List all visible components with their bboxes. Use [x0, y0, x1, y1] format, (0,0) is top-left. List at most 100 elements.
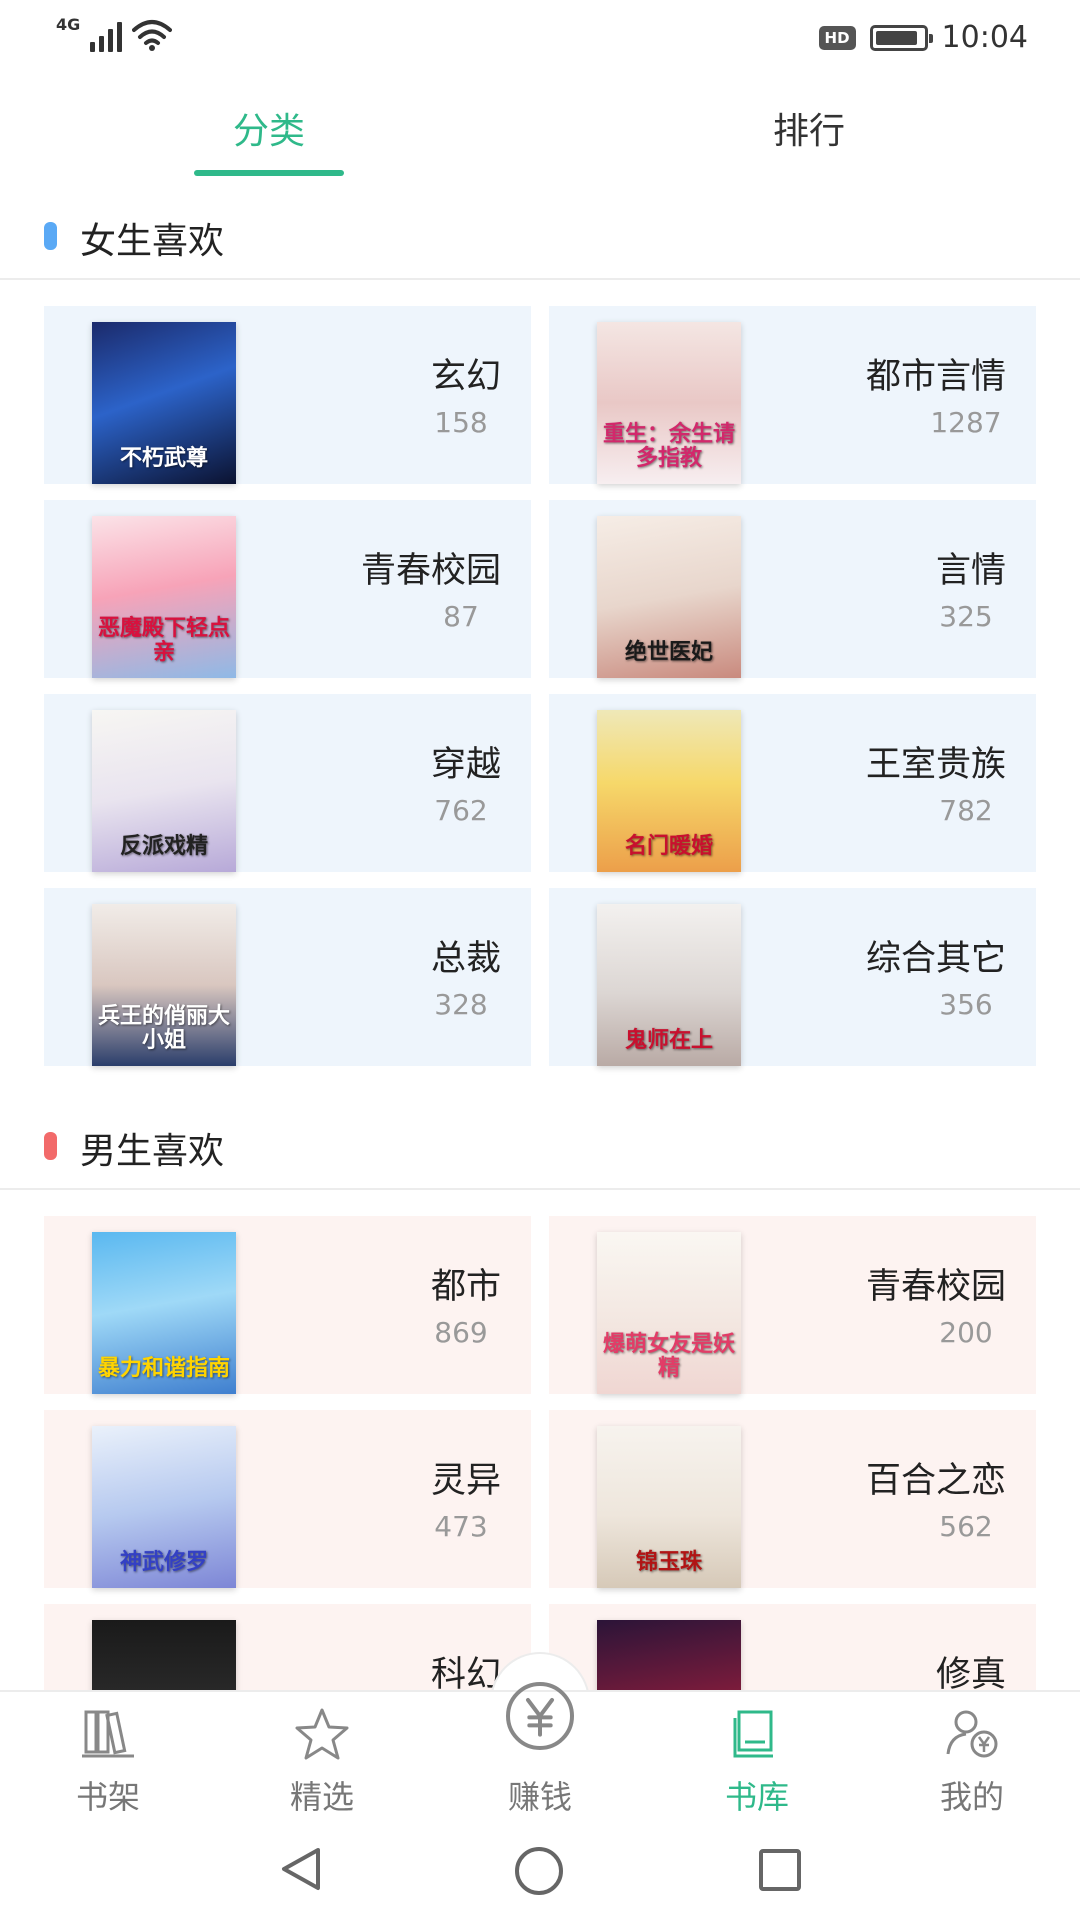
- nav-library-label: 书库: [724, 1778, 789, 1816]
- home-icon[interactable]: [512, 1844, 566, 1898]
- book-cover-title: 暴力和谐指南: [98, 1355, 231, 1381]
- status-bar: 4G HD 10:04: [0, 0, 1080, 78]
- clock: 10:04: [941, 20, 1028, 55]
- category-count: 869: [434, 1316, 488, 1349]
- category-name: 言情: [935, 551, 1006, 591]
- category-name: 穿越: [430, 745, 501, 785]
- user-yuan-icon: [946, 1710, 998, 1758]
- book-cover: 反派戏精: [92, 710, 236, 872]
- system-nav-bar: [0, 1822, 1080, 1920]
- star-icon: [295, 1708, 349, 1760]
- category-name: 修真: [935, 1655, 1006, 1690]
- category-card[interactable]: 名门暖婚 王室贵族 782: [549, 694, 1036, 872]
- girls-category-grid: 不朽武尊 玄幻 158 重生：余生请多指教 都市言情 1287 恶魔殿下轻点亲 青春校园 87 绝…: [44, 306, 1036, 1066]
- book-cover-title: 不朽武尊: [119, 445, 208, 471]
- book-cover: 绝世医妃: [597, 516, 741, 678]
- battery-level: [875, 30, 917, 45]
- nav-mine[interactable]: 我的: [872, 1692, 1072, 1824]
- category-count: 356: [939, 988, 993, 1021]
- category-card[interactable]: 修真: [549, 1604, 1036, 1690]
- nav-bookshelf[interactable]: 书架: [8, 1692, 208, 1824]
- boys-section-title: 男生喜欢: [80, 1131, 225, 1172]
- book-cover: 锦玉珠: [597, 1426, 741, 1588]
- book-cover-title: 恶魔殿下轻点亲: [98, 615, 231, 665]
- category-card[interactable]: 神武修罗 灵异 473: [44, 1410, 531, 1588]
- category-name: 综合其它: [865, 939, 1006, 979]
- book-cover: [597, 1620, 741, 1690]
- book-cover-title: 反派戏精: [119, 833, 208, 859]
- boys-section-header: 男生喜欢: [0, 1100, 1080, 1190]
- category-card[interactable]: 兵王的俏丽大小姐 总裁 328: [44, 888, 531, 1066]
- signal-icon: [90, 18, 123, 52]
- bottom-nav: 书架 精选 赚钱 书库 我的: [0, 1682, 1080, 1824]
- category-count: 328: [434, 988, 488, 1021]
- nav-earn-label: 赚钱: [507, 1778, 572, 1816]
- category-count: 562: [939, 1510, 993, 1543]
- nav-library[interactable]: 书库: [657, 1692, 857, 1824]
- book-cover: 兵王的俏丽大小姐: [92, 904, 236, 1066]
- book-cover-title: 绝世医妃: [624, 639, 713, 665]
- category-count: 762: [434, 794, 488, 827]
- book-cover: 恶魔殿下轻点亲: [92, 516, 236, 678]
- category-count: 1287: [930, 406, 1002, 439]
- category-count: 473: [434, 1510, 488, 1543]
- tab-category[interactable]: 分类: [169, 102, 369, 154]
- category-name: 青春校园: [865, 1267, 1006, 1307]
- category-card[interactable]: 不朽武尊 玄幻 158: [44, 306, 531, 484]
- book-cover-title: 鬼师在上: [624, 1027, 713, 1053]
- category-tabs: 分类 排行: [0, 90, 1080, 180]
- book-cover-title: 神武修罗: [119, 1549, 208, 1575]
- nav-featured[interactable]: 精选: [222, 1692, 422, 1824]
- category-card[interactable]: 反派戏精 穿越 762: [44, 694, 531, 872]
- category-card[interactable]: 暴力和谐指南 都市 869: [44, 1216, 531, 1394]
- category-count: 87: [443, 600, 479, 633]
- category-card[interactable]: 恶魔殿下轻点亲 青春校园 87: [44, 500, 531, 678]
- category-name: 灵异: [430, 1461, 501, 1501]
- book-cover: 不朽武尊: [92, 322, 236, 484]
- category-card[interactable]: 锦玉珠 百合之恋 562: [549, 1410, 1036, 1588]
- status-right: HD 10:04: [818, 20, 1028, 55]
- category-name: 都市言情: [865, 357, 1006, 397]
- boys-section-marker: [44, 1132, 57, 1160]
- status-left: 4G: [56, 15, 173, 52]
- wifi-icon: [132, 20, 173, 51]
- book-cover-title: 锦玉珠: [635, 1549, 702, 1575]
- book-cover: [92, 1620, 236, 1690]
- book-cover-title: 兵王的俏丽大小姐: [98, 1003, 231, 1053]
- category-count: 325: [939, 600, 993, 633]
- book-cover: 爆萌女友是妖精: [597, 1232, 741, 1394]
- category-card[interactable]: 爆萌女友是妖精 青春校园 200: [549, 1216, 1036, 1394]
- category-name: 都市: [430, 1267, 501, 1307]
- book-cover-title: 名门暖婚: [624, 833, 713, 859]
- book-cover-title: 重生：余生请多指教: [603, 421, 736, 471]
- book-cover: 名门暖婚: [597, 710, 741, 872]
- category-name: 百合之恋: [865, 1461, 1006, 1501]
- tab-ranking[interactable]: 排行: [709, 102, 909, 154]
- girls-section-header: 女生喜欢: [0, 190, 1080, 280]
- yuan-coin-icon: [506, 1682, 574, 1750]
- category-card[interactable]: 鬼师在上 综合其它 356: [549, 888, 1036, 1066]
- back-icon[interactable]: [276, 1844, 326, 1894]
- hd-badge: HD: [818, 25, 856, 50]
- bookshelf-icon: [82, 1710, 134, 1758]
- girls-section-title: 女生喜欢: [80, 221, 225, 262]
- category-name: 总裁: [430, 939, 501, 979]
- book-cover: 暴力和谐指南: [92, 1232, 236, 1394]
- nav-mine-label: 我的: [939, 1778, 1004, 1816]
- category-count: 158: [434, 406, 488, 439]
- category-card[interactable]: 绝世医妃 言情 325: [549, 500, 1036, 678]
- category-name: 王室贵族: [865, 745, 1006, 785]
- book-library-icon: [733, 1710, 773, 1758]
- nav-earn[interactable]: 赚钱: [440, 1682, 640, 1824]
- category-card[interactable]: 科幻: [44, 1604, 531, 1690]
- category-count: 782: [939, 794, 993, 827]
- category-name: 玄幻: [430, 357, 501, 397]
- category-card[interactable]: 重生：余生请多指教 都市言情 1287: [549, 306, 1036, 484]
- nav-bookshelf-label: 书架: [75, 1778, 140, 1816]
- book-cover: 鬼师在上: [597, 904, 741, 1066]
- category-name: 科幻: [430, 1655, 501, 1690]
- recents-icon[interactable]: [756, 1846, 804, 1894]
- battery-icon: [869, 24, 933, 51]
- category-name: 青春校园: [360, 551, 501, 591]
- nav-featured-label: 精选: [289, 1778, 354, 1816]
